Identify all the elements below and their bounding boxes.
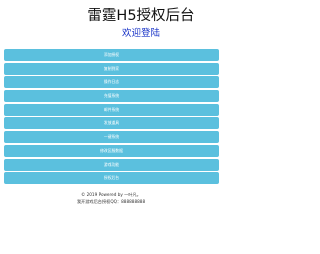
mail-system-button[interactable]: 邮件系统 bbox=[4, 103, 219, 116]
license-admin-button[interactable]: 授权后台 bbox=[4, 172, 219, 185]
one-click-system-button[interactable]: 一键系统 bbox=[4, 131, 219, 144]
send-items-button[interactable]: 发放道具 bbox=[4, 117, 219, 130]
game-functions-button[interactable]: 游戏功能 bbox=[4, 158, 219, 171]
page-title: 雷霆H5授权后台 bbox=[87, 8, 195, 24]
contact-text: 我开游戏后台授权QQ：888888888 bbox=[76, 198, 146, 204]
operation-log-button[interactable]: 操作日志 bbox=[4, 76, 219, 89]
menu-list: 添加授权 复制到家 操作日志 充值系统 邮件系统 发放道具 一键系统 修改区服数… bbox=[4, 49, 219, 186]
copy-home-button[interactable]: 复制到家 bbox=[4, 62, 219, 75]
edit-server-data-button[interactable]: 修改区服数据 bbox=[4, 144, 219, 157]
recharge-system-button[interactable]: 充值系统 bbox=[4, 90, 219, 103]
footer: © 2019 Powered by 一叶凡。 我开游戏后台授权QQ：888888… bbox=[0, 192, 222, 205]
welcome-text: 欢迎登陆 bbox=[121, 28, 160, 39]
add-license-button[interactable]: 添加授权 bbox=[4, 49, 219, 61]
